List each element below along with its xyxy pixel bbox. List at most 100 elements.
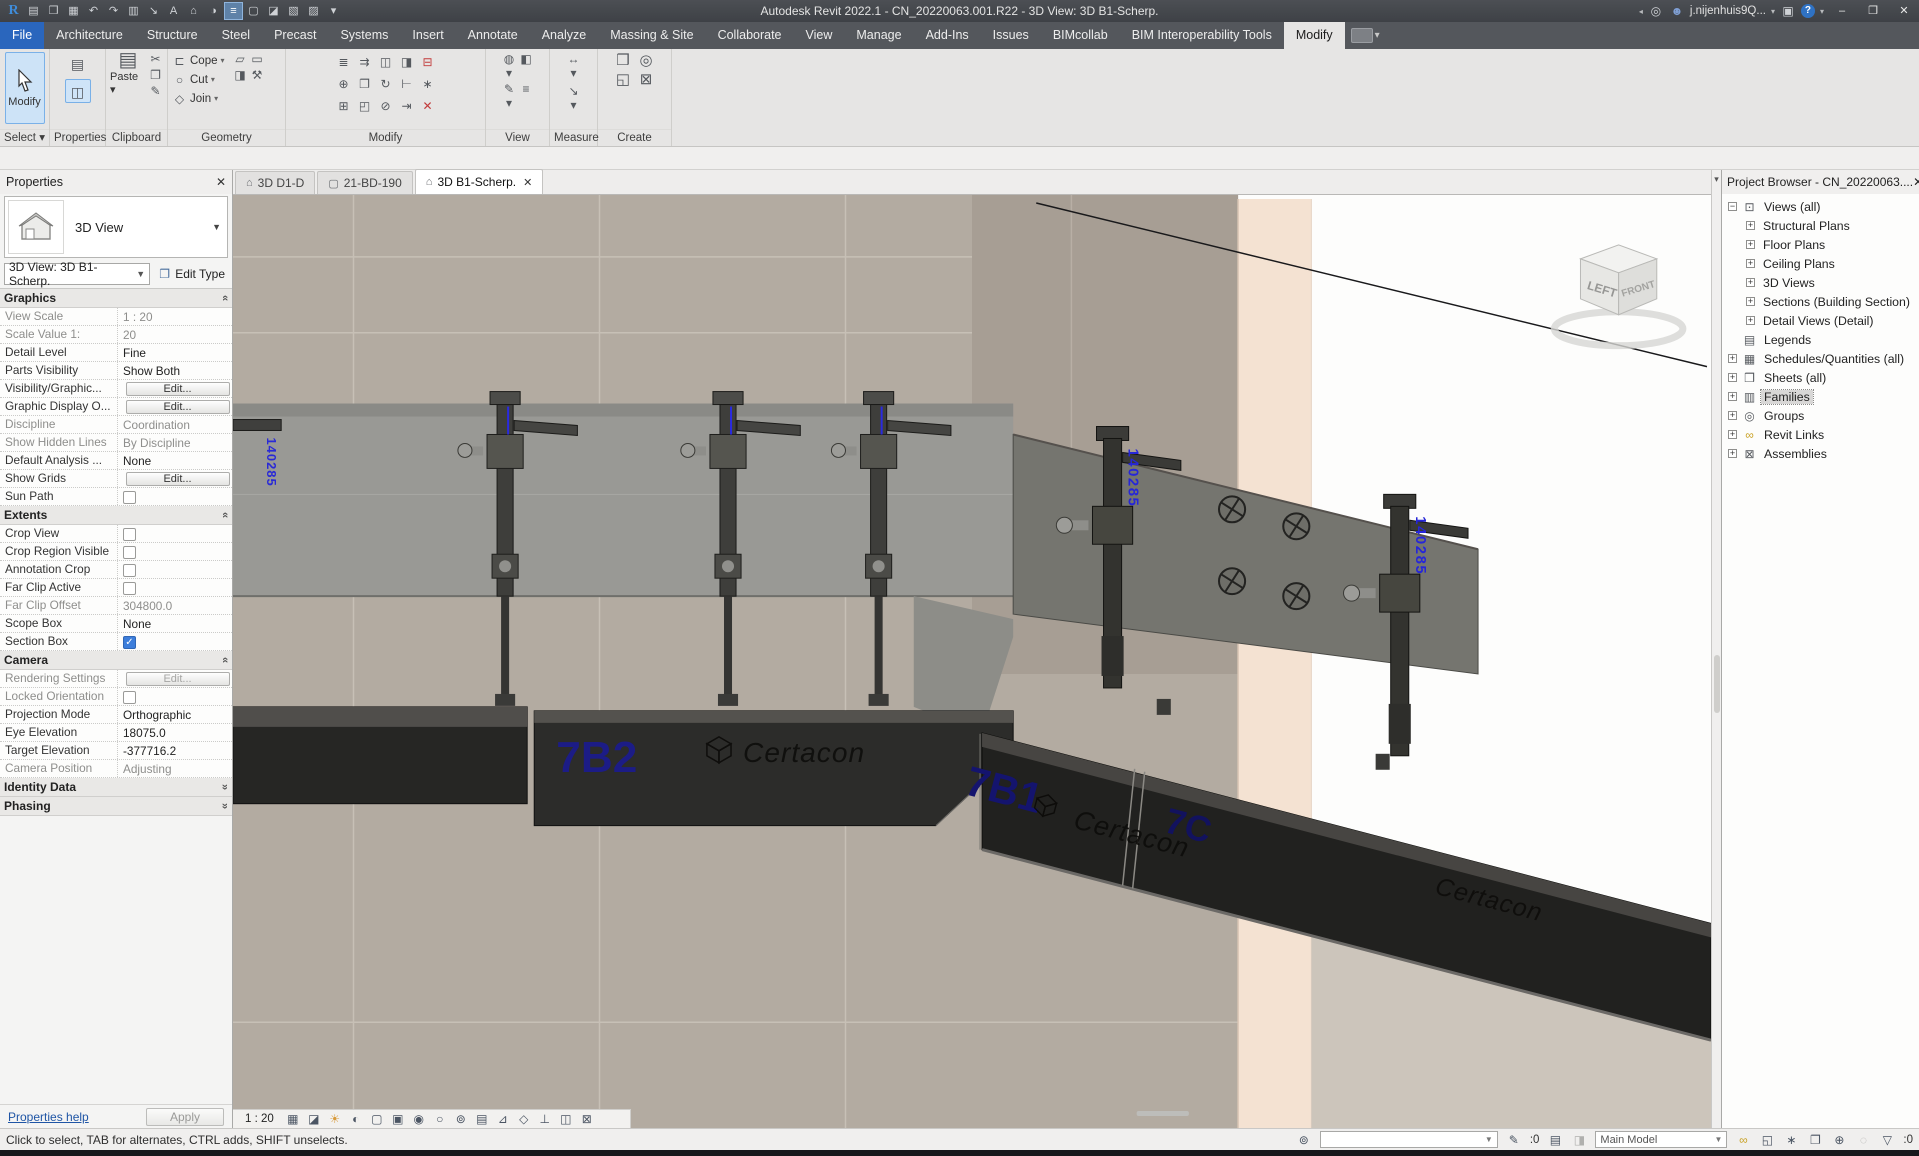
chevron-down-icon[interactable]: «	[219, 784, 231, 790]
view-tab-close-icon[interactable]: ✕	[523, 176, 532, 189]
unpin-icon[interactable]: ⊘	[378, 99, 393, 113]
tab-bar-extra[interactable]: ▾	[1351, 22, 1380, 49]
edit-button[interactable]: Edit...	[126, 672, 230, 686]
mirror-draw-axis-icon[interactable]: ◨	[399, 55, 414, 69]
panel-label-select[interactable]: Select ▾	[0, 129, 49, 146]
background-processes-icon[interactable]: ◌	[1855, 1133, 1871, 1147]
hide-in-view-icon[interactable]: ◧	[519, 52, 534, 80]
prop-value[interactable]: Adjusting	[118, 760, 232, 777]
create-similar-icon[interactable]: ⊠	[638, 71, 655, 88]
prop-value[interactable]: Edit...	[118, 670, 232, 687]
minimize-button[interactable]: –	[1829, 0, 1855, 22]
save-icon[interactable]: ▦	[65, 3, 82, 19]
signed-in-user[interactable]: j.nijenhuis9Q...	[1690, 5, 1766, 17]
tree-item-families[interactable]: +▥Families	[1722, 387, 1919, 406]
prop-value[interactable]	[118, 688, 232, 705]
cut-geometry-button[interactable]: ○Cut▾	[172, 71, 225, 88]
drawing-area[interactable]: 140285	[233, 195, 1711, 1128]
view-tab-21-bd-190[interactable]: ▢21-BD-190	[317, 171, 412, 194]
select-pinned-icon[interactable]: ∗	[1783, 1133, 1799, 1147]
tree-item-3d-views[interactable]: +3D Views	[1722, 273, 1919, 292]
drag-on-selection-icon[interactable]: ⊕	[1831, 1133, 1847, 1147]
close-button[interactable]: ✕	[1891, 0, 1917, 22]
ribbon-tab-annotate[interactable]: Annotate	[456, 22, 530, 49]
move-icon[interactable]: ⊕	[336, 77, 351, 91]
prop-value[interactable]: 304800.0	[118, 597, 232, 614]
type-selector-chevron-icon[interactable]: ▼	[212, 222, 227, 232]
view-tab-3d-d1-d[interactable]: ⌂3D D1-D	[235, 171, 315, 194]
expand-icon[interactable]: +	[1746, 278, 1755, 287]
measure-along-element-icon[interactable]: ↘ ▾	[566, 84, 581, 112]
model-canvas[interactable]: 140285	[233, 195, 1711, 1128]
edit-button[interactable]: Edit...	[126, 382, 230, 396]
cut-to-clipboard-icon[interactable]: ✂	[148, 52, 163, 66]
crop-view-icon[interactable]: ▢	[369, 1112, 385, 1126]
chevron-down-icon[interactable]: «	[219, 803, 231, 809]
open-icon[interactable]: ❒	[45, 3, 62, 19]
view-visibility-icon[interactable]: ◍ ▾	[502, 52, 517, 80]
section-header-phasing[interactable]: Phasing«	[0, 797, 232, 816]
select-links-icon[interactable]: ∞	[1735, 1133, 1751, 1147]
checkbox[interactable]	[123, 491, 136, 504]
search-icon[interactable]: ◎	[1648, 4, 1664, 18]
properties-close-icon[interactable]: ✕	[216, 175, 226, 189]
prop-value[interactable]	[118, 561, 232, 578]
split-element-icon[interactable]: ⊟	[420, 55, 435, 69]
checkbox[interactable]	[123, 546, 136, 559]
shadows-icon[interactable]: ◐	[348, 1112, 364, 1126]
thin-lines-icon[interactable]: ≡	[225, 3, 242, 19]
tree-item-structural-plans[interactable]: +Structural Plans	[1722, 216, 1919, 235]
canvas-hscroll-thumb[interactable]	[1137, 1111, 1189, 1116]
expand-icon[interactable]: +	[1728, 373, 1737, 382]
section-header-extents[interactable]: Extents«	[0, 506, 232, 525]
concrete-pillar[interactable]	[1238, 199, 1311, 1128]
type-selector[interactable]: 3D View ▼	[4, 196, 228, 258]
prop-value[interactable]	[118, 579, 232, 596]
help-icon[interactable]: ?	[1801, 4, 1815, 18]
demolish-hammer-icon[interactable]: ⚒	[250, 68, 265, 82]
section-header-graphics[interactable]: Graphics«	[0, 289, 232, 308]
tree-item-assemblies[interactable]: +⊠Assemblies	[1722, 444, 1919, 463]
copy-icon[interactable]: ❐	[357, 77, 372, 91]
chevron-up-icon[interactable]: «	[219, 657, 231, 663]
create-assembly-icon[interactable]: ❒	[615, 52, 632, 69]
prop-value[interactable]: -377716.2	[118, 742, 232, 759]
project-browser-close-icon[interactable]: ✕	[1913, 175, 1919, 189]
prop-value[interactable]	[118, 488, 232, 505]
array-icon[interactable]: ⊞	[336, 99, 351, 113]
undo-icon[interactable]: ↶	[85, 3, 102, 19]
prop-value[interactable]: Edit...	[118, 380, 232, 397]
worksets-icon[interactable]: ⊚	[1296, 1133, 1312, 1147]
revit-logo[interactable]: R	[5, 3, 22, 19]
ribbon-tab-massing-site[interactable]: Massing & Site	[598, 22, 705, 49]
ribbon-tab-systems[interactable]: Systems	[328, 22, 400, 49]
design-options-icon[interactable]: ▤	[1547, 1133, 1563, 1147]
rotate-icon[interactable]: ↻	[378, 77, 393, 91]
checkbox[interactable]	[123, 564, 136, 577]
highlight-displacement-icon[interactable]: ◇	[516, 1112, 532, 1126]
match-properties-icon[interactable]: ✎	[148, 84, 163, 98]
ribbon-tab-modify[interactable]: Modify	[1284, 22, 1345, 49]
redo-icon[interactable]: ↷	[105, 3, 122, 19]
detail-level-icon[interactable]: ▦	[285, 1112, 301, 1126]
tree-item-groups[interactable]: +◎Groups	[1722, 406, 1919, 425]
prop-value[interactable]: ✓	[118, 633, 232, 650]
expand-icon[interactable]: +	[1746, 259, 1755, 268]
checkbox[interactable]	[123, 582, 136, 595]
offset-icon[interactable]: ⇉	[357, 55, 372, 69]
tree-item-ceiling-plans[interactable]: +Ceiling Plans	[1722, 254, 1919, 273]
active-workset-select[interactable]: ▼	[1320, 1131, 1498, 1148]
ribbon-tab-collaborate[interactable]: Collaborate	[706, 22, 794, 49]
tree-item-sections-building-section[interactable]: +Sections (Building Section)	[1722, 292, 1919, 311]
expand-icon[interactable]: +	[1728, 430, 1737, 439]
pin-icon[interactable]: ∗	[420, 77, 435, 91]
tree-item-views-all[interactable]: −⊡Views (all)	[1722, 197, 1919, 216]
modify-tool-button[interactable]: Modify	[5, 52, 45, 124]
vscroll-thumb[interactable]	[1714, 655, 1720, 713]
ribbon-tab-bimcollab[interactable]: BIMcollab	[1041, 22, 1120, 49]
design-option-select[interactable]: Main Model▼	[1595, 1131, 1727, 1148]
view-selector-combobox[interactable]: 3D View: 3D B1-Scherp. ▼	[4, 263, 150, 285]
align-multiple-icon[interactable]: ⇥	[399, 99, 414, 113]
override-graphics-icon[interactable]: ✎ ▾	[502, 82, 517, 110]
masonry-wall[interactable]	[233, 195, 1238, 1128]
